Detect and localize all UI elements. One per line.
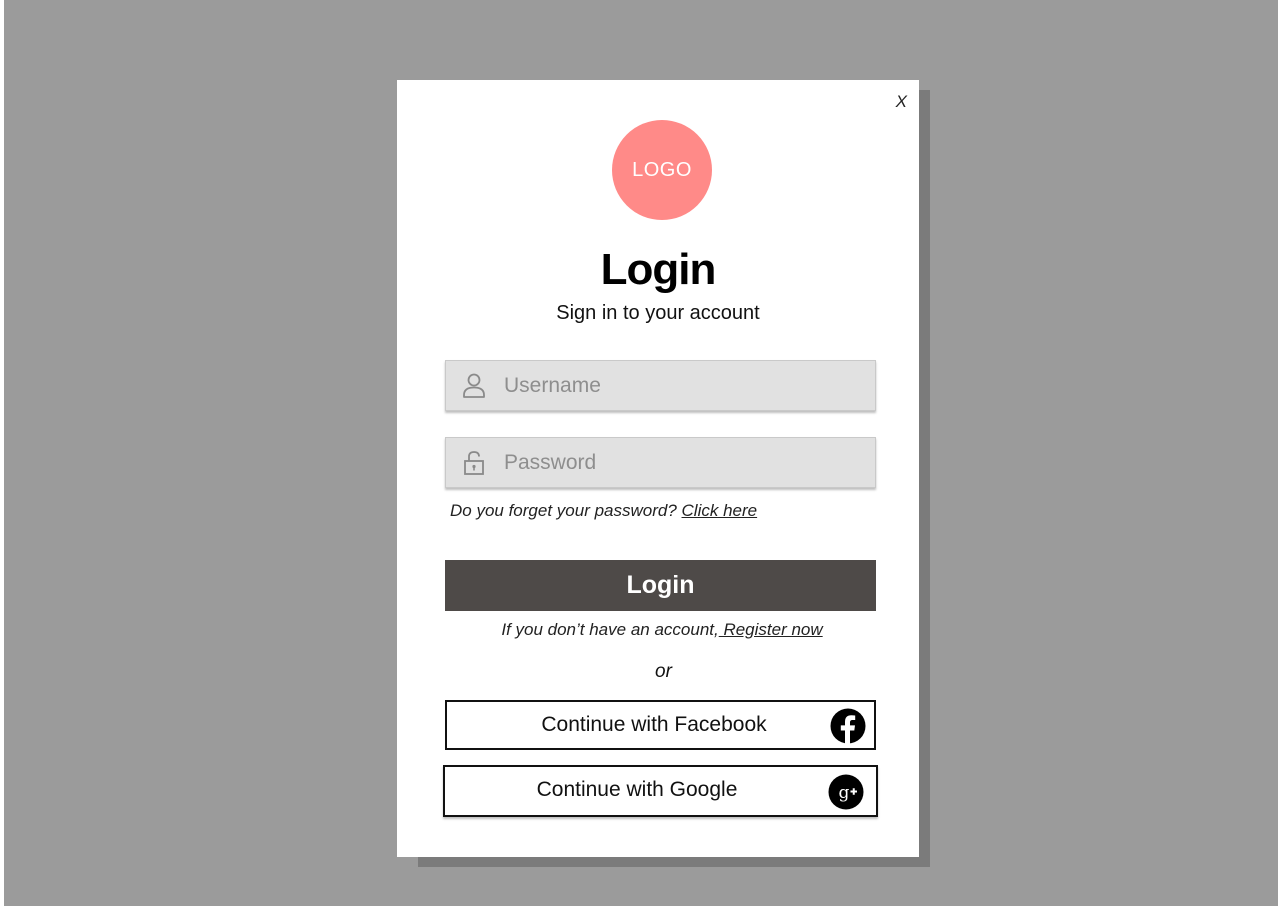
register-link[interactable]: Register now bbox=[719, 620, 822, 639]
unlock-icon bbox=[464, 451, 484, 475]
password-field[interactable] bbox=[445, 437, 876, 488]
username-input[interactable] bbox=[504, 361, 864, 410]
user-icon bbox=[463, 373, 485, 398]
forgot-password-label: Do you forget your password? bbox=[450, 501, 682, 520]
page-title: Login bbox=[600, 245, 717, 294]
forgot-password-text: Do you forget your password? Click here bbox=[450, 501, 757, 521]
google-button-label: Continue with Google bbox=[536, 778, 738, 801]
register-label: If you don’t have an account, bbox=[501, 620, 719, 639]
logo-text: LOGO bbox=[632, 158, 692, 181]
login-modal: X LOGO Login Sign in to your account Do … bbox=[397, 80, 919, 857]
close-button[interactable]: X bbox=[896, 92, 907, 112]
login-button[interactable]: Login bbox=[445, 560, 876, 611]
or-divider: or bbox=[655, 661, 672, 682]
forgot-password-link[interactable]: Click here bbox=[682, 501, 758, 520]
continue-with-facebook-button[interactable]: Continue with Facebook bbox=[445, 700, 876, 750]
register-text: If you don’t have an account, Register n… bbox=[397, 620, 927, 640]
password-input[interactable] bbox=[504, 438, 864, 487]
username-field[interactable] bbox=[445, 360, 876, 411]
facebook-button-label: Continue with Facebook bbox=[541, 713, 767, 736]
page-subtitle: Sign in to your account bbox=[556, 302, 760, 324]
facebook-icon bbox=[830, 708, 866, 744]
continue-with-google-button[interactable]: Continue with Google g bbox=[443, 765, 878, 817]
google-plus-icon: g bbox=[828, 774, 864, 810]
svg-text:g: g bbox=[839, 783, 850, 803]
logo: LOGO bbox=[612, 120, 712, 220]
